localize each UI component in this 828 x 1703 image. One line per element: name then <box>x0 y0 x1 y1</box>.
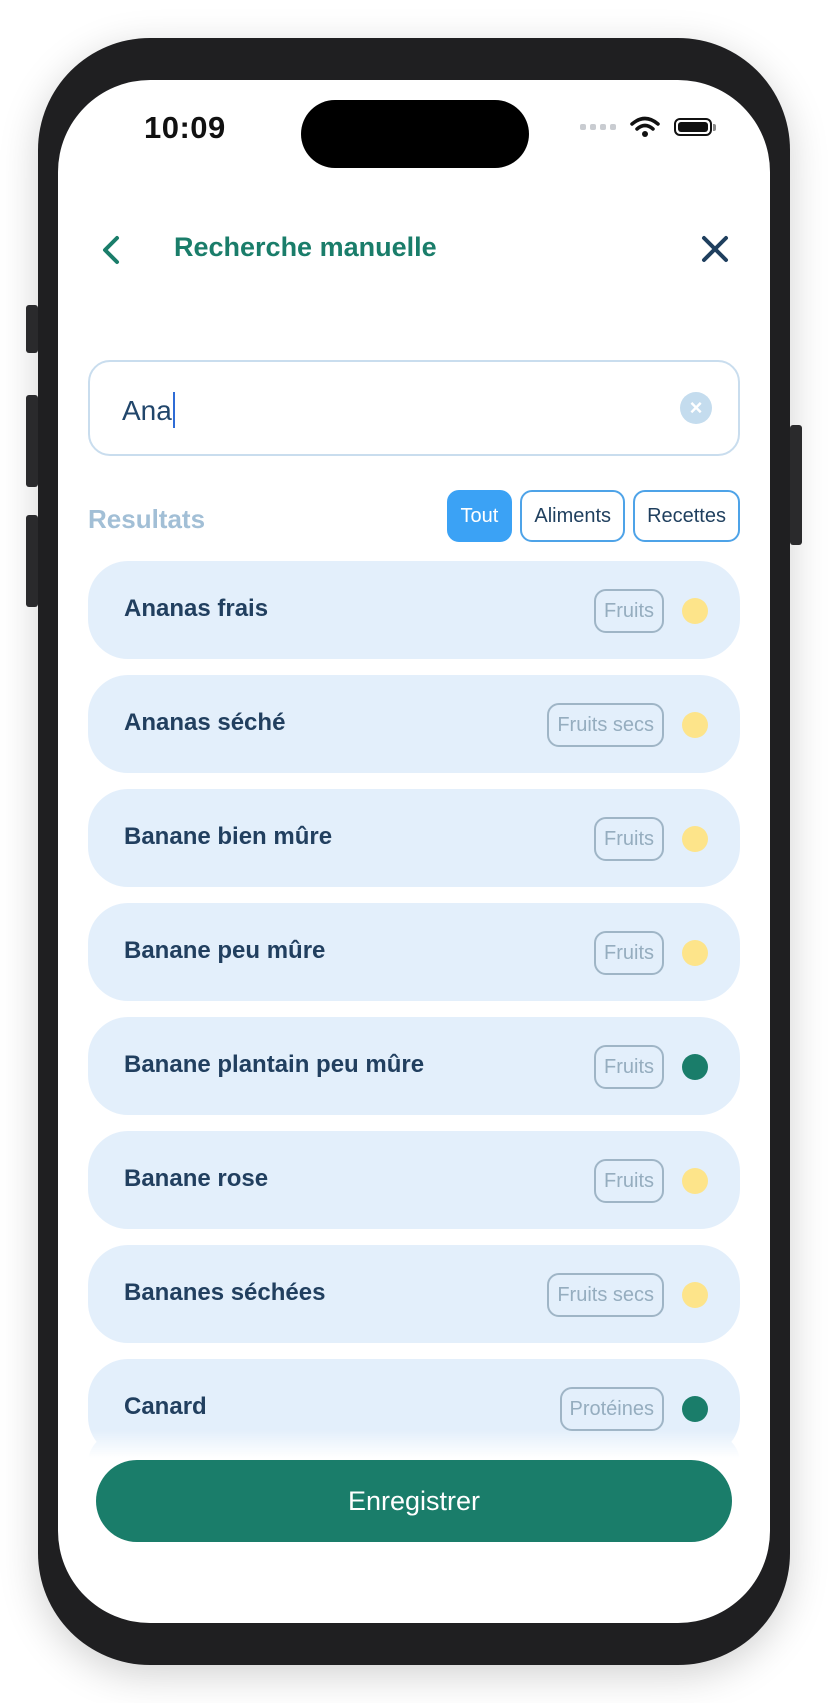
clear-search-button[interactable]: × <box>680 392 712 424</box>
battery-icon <box>674 118 716 136</box>
status-time: 10:09 <box>144 110 226 145</box>
signal-icon <box>580 124 616 130</box>
list-item[interactable]: Ananas frais Fruits <box>88 561 740 659</box>
mute-switch <box>26 305 38 353</box>
item-name: Banane peu mûre <box>124 937 326 964</box>
item-name: Ananas séché <box>124 709 286 736</box>
item-name: Canard <box>124 1393 207 1420</box>
search-value: Ana <box>122 392 175 428</box>
list-item[interactable]: Banane rose Fruits <box>88 1131 740 1229</box>
category-tag: Fruits <box>594 931 664 975</box>
status-dot <box>682 598 708 624</box>
volume-up-button <box>26 395 38 487</box>
item-name: Banane rose <box>124 1165 269 1192</box>
save-button[interactable]: Enregistrer <box>96 1460 732 1542</box>
item-name: Banane bien mûre <box>124 823 333 850</box>
category-tag: Protéines <box>559 1387 664 1431</box>
screen: 10:09 Recherche manuelle Ana × Resultats <box>58 80 770 1623</box>
dynamic-island <box>301 100 529 168</box>
status-dot <box>682 712 708 738</box>
category-tag: Fruits <box>594 1159 664 1203</box>
category-tag: Fruits <box>594 1045 664 1089</box>
page-title: Recherche manuelle <box>174 232 437 262</box>
status-dot <box>682 1168 708 1194</box>
status-dot <box>682 940 708 966</box>
category-tag: Fruits secs <box>547 703 664 747</box>
status-dot <box>682 1054 708 1080</box>
status-dot <box>682 1282 708 1308</box>
power-button <box>790 425 802 545</box>
status-dot <box>682 826 708 852</box>
filter-all[interactable]: Tout <box>446 490 513 542</box>
item-name: Banane plantain peu mûre <box>124 1051 425 1078</box>
header: Recherche manuelle <box>94 220 734 280</box>
wifi-icon <box>630 116 660 137</box>
category-tag: Fruits <box>594 817 664 861</box>
category-tag: Fruits secs <box>547 1273 664 1317</box>
filter-recipes[interactable]: Recettes <box>633 490 740 542</box>
list-item[interactable]: Banane bien mûre Fruits <box>88 789 740 887</box>
phone-frame: 10:09 Recherche manuelle Ana × Resultats <box>26 38 802 1665</box>
filter-chips: Tout Aliments Recettes <box>446 490 740 542</box>
results-list: Ananas frais Fruits Ananas séché Fruits … <box>88 561 740 1473</box>
list-item[interactable]: Ananas séché Fruits secs <box>88 675 740 773</box>
category-tag: Fruits <box>594 589 664 633</box>
status-dot <box>682 1396 708 1422</box>
search-input[interactable]: Ana × <box>88 360 740 456</box>
item-name: Bananes séchées <box>124 1279 326 1306</box>
list-item[interactable]: Banane plantain peu mûre Fruits <box>88 1017 740 1115</box>
close-icon[interactable] <box>696 230 734 268</box>
text-caret <box>172 392 175 428</box>
item-name: Ananas frais <box>124 595 269 622</box>
chevron-left-icon[interactable] <box>94 232 130 268</box>
results-label: Resultats <box>88 504 206 534</box>
list-item[interactable]: Banane peu mûre Fruits <box>88 903 740 1001</box>
volume-down-button <box>26 515 38 607</box>
list-item[interactable]: Bananes séchées Fruits secs <box>88 1245 740 1343</box>
status-icons <box>580 116 716 138</box>
filter-foods[interactable]: Aliments <box>520 490 626 542</box>
